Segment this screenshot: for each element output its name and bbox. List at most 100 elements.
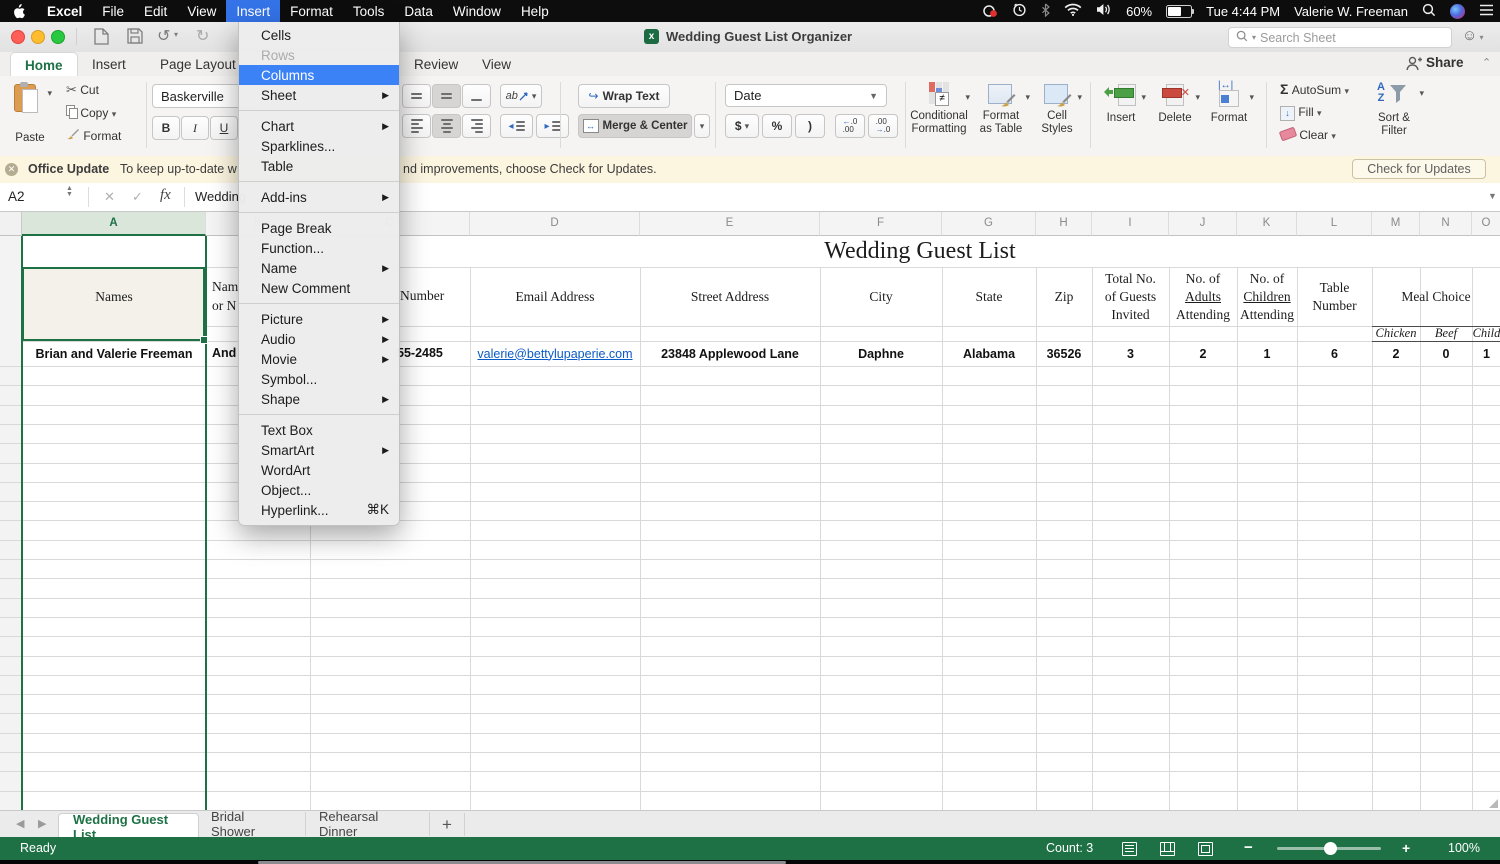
- header-cell-D[interactable]: Email Address: [470, 267, 640, 326]
- data-cell-E[interactable]: 23848 Applewood Lane: [640, 341, 820, 366]
- page-layout-view-icon[interactable]: [1160, 842, 1175, 856]
- menubar-item-help[interactable]: Help: [511, 0, 559, 22]
- increase-indent-button[interactable]: ▸: [536, 114, 569, 138]
- check-for-updates-button[interactable]: Check for Updates: [1352, 159, 1486, 179]
- menu-item-new-comment[interactable]: New Comment: [239, 278, 399, 298]
- time-machine-icon[interactable]: [1012, 2, 1027, 20]
- minimize-window-button[interactable]: [31, 30, 45, 44]
- column-header-I[interactable]: I: [1092, 211, 1169, 236]
- column-header-J[interactable]: J: [1169, 211, 1237, 236]
- search-sheet-box[interactable]: ▾ Search Sheet: [1228, 27, 1452, 48]
- screen-record-icon[interactable]: [982, 4, 998, 18]
- data-cell-D[interactable]: valerie@bettylupaperie.com: [470, 341, 640, 366]
- menu-item-chart[interactable]: Chart▶: [239, 116, 399, 136]
- menu-item-function[interactable]: Function...: [239, 238, 399, 258]
- bluetooth-icon[interactable]: [1041, 3, 1050, 20]
- column-header-E[interactable]: E: [640, 211, 820, 236]
- menubar-user[interactable]: Valerie W. Freeman: [1294, 4, 1408, 19]
- data-cell-N[interactable]: 0: [1420, 341, 1472, 366]
- sub-header-M[interactable]: Chicken: [1372, 325, 1420, 342]
- menu-item-columns[interactable]: Columns: [239, 65, 399, 85]
- decrease-decimal-button[interactable]: .00→.0: [868, 114, 898, 138]
- align-center-button[interactable]: [432, 114, 461, 138]
- currency-format-button[interactable]: $▾: [725, 114, 759, 138]
- decrease-indent-button[interactable]: ◂: [500, 114, 533, 138]
- prev-sheet-arrow-icon[interactable]: ◀: [16, 817, 24, 830]
- collapse-ribbon-chevron-icon[interactable]: ⌃: [1482, 56, 1491, 69]
- column-header-H[interactable]: H: [1036, 211, 1092, 236]
- clear-button[interactable]: Clear ▾: [1280, 128, 1336, 142]
- zoom-slider-knob[interactable]: [1324, 842, 1337, 855]
- undo-icon[interactable]: ↺: [157, 26, 170, 46]
- ribbon-tab-home[interactable]: Home: [10, 52, 78, 78]
- sort-filter-button[interactable]: AZ ▾ Sort &Filter: [1368, 82, 1420, 113]
- header-cell-F[interactable]: City: [820, 267, 942, 326]
- data-cell-L[interactable]: 6: [1297, 341, 1372, 366]
- menu-item-sparklines[interactable]: Sparklines...: [239, 136, 399, 156]
- menu-item-symbol[interactable]: Symbol...: [239, 369, 399, 389]
- column-header-M[interactable]: M: [1372, 211, 1420, 236]
- header-cell-E[interactable]: Street Address: [640, 267, 820, 326]
- next-sheet-arrow-icon[interactable]: ▶: [38, 817, 46, 830]
- data-cell-O[interactable]: 1: [1472, 341, 1500, 366]
- format-as-table-button[interactable]: ▾ Formatas Table: [972, 82, 1030, 111]
- align-left-button[interactable]: [402, 114, 431, 138]
- text-orientation-button[interactable]: ab▾: [500, 84, 542, 108]
- notification-center-icon[interactable]: [1479, 4, 1494, 19]
- menu-item-hyperlink[interactable]: Hyperlink...⌘K: [239, 500, 399, 520]
- ribbon-tab-view[interactable]: View: [468, 52, 525, 76]
- insert-cells-button[interactable]: ▾ Insert: [1098, 82, 1144, 111]
- sheet-tab-rehearsal-dinner[interactable]: Rehearsal Dinner: [305, 812, 430, 836]
- data-cell-J[interactable]: 2: [1169, 341, 1237, 366]
- header-cell-J[interactable]: No. ofAdultsAttending: [1169, 267, 1237, 326]
- apple-menu-icon[interactable]: [0, 0, 37, 22]
- data-cell-H[interactable]: 36526: [1036, 341, 1092, 366]
- data-cell-b-fragment[interactable]: And: [212, 346, 236, 360]
- menubar-item-edit[interactable]: Edit: [134, 0, 177, 22]
- volume-icon[interactable]: [1096, 3, 1112, 19]
- menu-item-wordart[interactable]: WordArt: [239, 460, 399, 480]
- zoom-slider[interactable]: [1277, 847, 1381, 850]
- header-cell-I[interactable]: Total No.of GuestsInvited: [1092, 267, 1169, 326]
- spreadsheet-grid[interactable]: ABCDEFGHIJKLMNO1234567891011121314151617…: [0, 211, 1500, 810]
- copy-button[interactable]: Copy ▾: [66, 105, 116, 120]
- ribbon-tab-insert[interactable]: Insert: [78, 52, 140, 76]
- menu-item-shape[interactable]: Shape▶: [239, 389, 399, 409]
- fill-button[interactable]: ↓ Fill ▾: [1280, 105, 1322, 121]
- sheet-tab-bridal-shower[interactable]: Bridal Shower: [197, 812, 306, 836]
- expand-formula-bar-arrow[interactable]: ▼: [1488, 191, 1497, 201]
- menubar-item-format[interactable]: Format: [280, 0, 343, 22]
- menu-item-text-box[interactable]: Text Box: [239, 420, 399, 440]
- number-format-combobox[interactable]: Date▼: [725, 84, 887, 107]
- zoom-out-button[interactable]: −: [1244, 839, 1253, 856]
- align-right-button[interactable]: [462, 114, 491, 138]
- email-link[interactable]: valerie@bettylupaperie.com: [477, 347, 632, 361]
- menu-item-object[interactable]: Object...: [239, 480, 399, 500]
- column-header-L[interactable]: L: [1297, 211, 1372, 236]
- increase-decimal-button[interactable]: ←.0.00: [835, 114, 865, 138]
- header-cell-meal-choice[interactable]: Meal Choice: [1372, 267, 1500, 326]
- header-cell-H[interactable]: Zip: [1036, 267, 1092, 326]
- menubar-item-insert[interactable]: Insert: [226, 0, 280, 22]
- header-cell-b-fragment[interactable]: Nam: [212, 279, 238, 295]
- align-bottom-button[interactable]: [462, 84, 491, 108]
- normal-view-icon[interactable]: [1122, 842, 1137, 856]
- align-top-button[interactable]: [402, 84, 431, 108]
- share-button[interactable]: Share: [1426, 55, 1464, 70]
- zoom-in-button[interactable]: +: [1402, 840, 1410, 856]
- header-cell-G[interactable]: State: [942, 267, 1036, 326]
- menu-item-cells[interactable]: Cells: [239, 25, 399, 45]
- data-cell-M[interactable]: 2: [1372, 341, 1420, 366]
- conditional-formatting-button[interactable]: ≠ ▾ ConditionalFormatting: [908, 82, 970, 111]
- new-document-icon[interactable]: [94, 28, 109, 50]
- format-painter-button[interactable]: Format: [66, 128, 121, 143]
- column-header-K[interactable]: K: [1237, 211, 1297, 236]
- bold-button[interactable]: B: [152, 116, 180, 140]
- underline-button[interactable]: U: [210, 116, 238, 140]
- name-box[interactable]: A2: [8, 189, 25, 204]
- menubar-item-window[interactable]: Window: [443, 0, 511, 22]
- close-update-bar-icon[interactable]: ✕: [5, 163, 18, 176]
- header-cell-K[interactable]: No. ofChildrenAttending: [1237, 267, 1297, 326]
- ribbon-tab-review[interactable]: Review: [400, 52, 472, 76]
- zoom-window-button[interactable]: [51, 30, 65, 44]
